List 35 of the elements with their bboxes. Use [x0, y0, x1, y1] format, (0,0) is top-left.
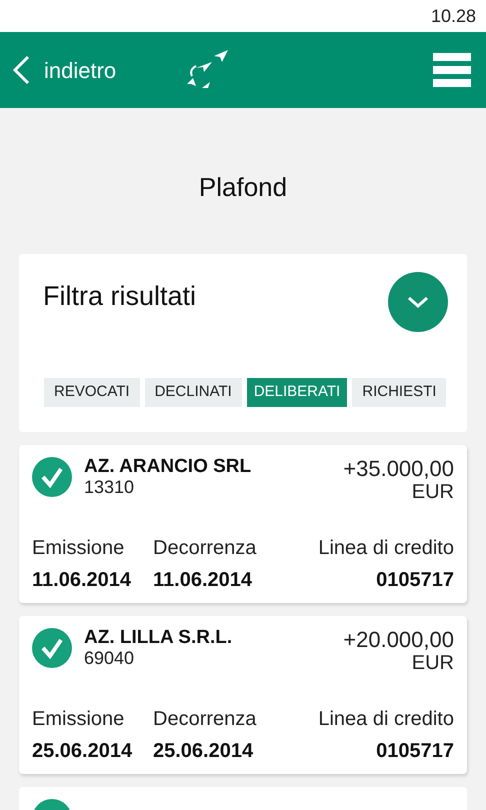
company-name: AZ. LILLA S.R.L.: [84, 628, 234, 648]
currency: EUR: [412, 481, 454, 503]
field-value: 11.06.2014: [32, 568, 132, 593]
field-label: Decorrenza: [153, 707, 258, 732]
filter-tab[interactable]: REVOCATI: [44, 378, 140, 407]
chevron-icon: [407, 296, 429, 308]
company-code: 69040: [84, 648, 136, 668]
filter-tab[interactable]: DECLINATI: [144, 378, 242, 407]
filter-tab[interactable]: RICHIESTI: [352, 378, 446, 407]
field-label: Decorrenza: [153, 536, 258, 561]
check-icon: [32, 628, 72, 668]
company-name: AZ. ARANCIO SRL: [84, 457, 252, 477]
amount: +20.000,00: [343, 628, 454, 652]
field-label: Linea di credito: [317, 536, 454, 561]
field-value: 11.06.2014: [153, 568, 253, 593]
filter-tab[interactable]: DELIBERATI: [246, 378, 348, 407]
record-card[interactable]: AZ. ARANCIO SRL 13310 +35.000,00 EUR Emissione Decorrenza Linea di credito 11.06.2014 11.06.2014 0105717: [19, 445, 467, 603]
field-value: 0105717: [375, 739, 454, 764]
filter-title: Filtra risultati: [43, 280, 196, 313]
amount: +35.000,00: [343, 457, 454, 481]
field-value: 25.06.2014: [32, 739, 134, 764]
field-label: Emissione: [32, 707, 126, 732]
field-label: Emissione: [32, 536, 126, 561]
check-icon: [32, 457, 72, 497]
currency: EUR: [412, 652, 454, 674]
field-value: 25.06.2014: [153, 739, 254, 764]
back-icon: [12, 55, 30, 85]
record-card[interactable]: AZ. LILLA S.R.L. 69040 +20.000,00 EUR Emissione Decorrenza Linea di credito 25.06.2014 25.06.2014 0105717: [19, 616, 467, 774]
company-code: 13310: [84, 477, 136, 497]
page-title: Plafond: [198, 170, 288, 204]
menu-button[interactable]: [433, 53, 471, 87]
field-value: 0105717: [375, 568, 454, 593]
field-label: Linea di credito: [317, 707, 454, 732]
back-button[interactable]: indietro: [12, 54, 116, 86]
status-time: 10.28: [430, 4, 476, 28]
